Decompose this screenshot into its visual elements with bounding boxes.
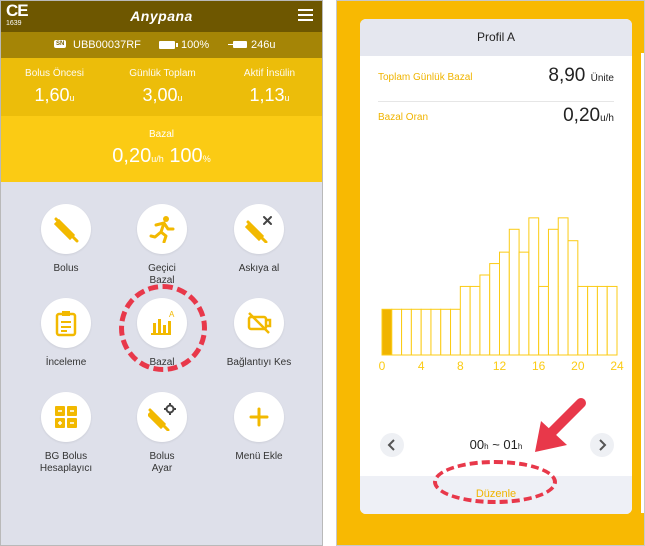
plus-icon	[234, 392, 284, 442]
x-tick-label: 16	[532, 359, 546, 373]
basal-bar[interactable]	[547, 228, 559, 356]
tile-label: Menü Ekle	[235, 451, 283, 462]
device-status-bar: SN UBB00037RF 100% 246u	[1, 32, 322, 58]
basal-bar[interactable]	[596, 285, 608, 356]
basal-bar[interactable]	[567, 240, 579, 356]
stat-value: 1,13u	[249, 85, 290, 105]
basal-profile-chart[interactable]: 0 4 8 12 16 20 24	[360, 179, 632, 379]
calculator-icon	[41, 392, 91, 442]
total-daily-basal-label: Toplam Günlük Bazal	[378, 72, 473, 83]
basal-rate-value: 0,20u/h	[563, 105, 614, 126]
tile-gecici-bazal[interactable]: Geçici Bazal	[114, 204, 210, 287]
basal-bar[interactable]	[538, 285, 549, 356]
stat-label: Günlük Toplam	[129, 68, 196, 79]
basal-bar[interactable]	[587, 285, 598, 356]
total-daily-basal-value: 8,90 Ünite	[548, 65, 614, 86]
stat-aktif-insulin: Aktif İnsülin 1,13u	[216, 68, 322, 106]
basal-bar[interactable]	[606, 285, 618, 356]
tile-menu-ekle[interactable]: Menü Ekle	[211, 392, 307, 463]
basal-bar[interactable]	[430, 308, 442, 356]
hamburger-menu-icon[interactable]	[298, 9, 313, 21]
tile-label: Bolus	[53, 263, 79, 274]
basal-rate-row: Bazal Oran 0,20u/h	[378, 99, 614, 137]
syringe-cancel-icon	[234, 204, 284, 254]
next-card-peek	[641, 53, 644, 513]
x-tick-label: 4	[418, 359, 425, 373]
tile-label: Bolus Ayar	[149, 451, 175, 474]
basal-bar[interactable]	[420, 308, 432, 356]
basal-bar-selected[interactable]	[381, 308, 393, 356]
x-tick-label: 0	[379, 359, 386, 373]
basal-bar[interactable]	[489, 263, 500, 356]
basal-bar[interactable]	[459, 285, 471, 356]
tile-label: Bağlantıyı Kes	[226, 357, 292, 368]
basal-summary: Bazal 0,20u/h 100%	[1, 116, 322, 182]
tile-bolus-ayar[interactable]: Bolus Ayar	[114, 392, 210, 475]
stat-value: 3,00u	[142, 85, 183, 105]
serial-number: UBB00037RF	[73, 39, 141, 51]
chevron-right-icon	[599, 439, 607, 451]
basal-bar[interactable]	[440, 308, 452, 356]
stat-label: Bolus Öncesi	[25, 68, 84, 79]
insulin-stats: Bolus Öncesi 1,60u Günlük Toplam 3,00u A…	[1, 58, 322, 116]
tile-inceleme[interactable]: İnceleme	[18, 298, 114, 369]
basal-rate-label: Bazal Oran	[378, 112, 429, 123]
tile-bolus[interactable]: Bolus	[18, 204, 114, 275]
running-person-icon	[137, 204, 187, 254]
basal-label: Bazal	[148, 129, 174, 140]
x-tick-label: 8	[457, 359, 464, 373]
basal-bar[interactable]	[410, 308, 422, 356]
reservoir-level: 246u	[251, 39, 276, 51]
tile-label: BG Bolus Hesaplayıcı	[39, 451, 93, 474]
x-tick-label: 12	[493, 359, 507, 373]
sn-badge: SN	[54, 40, 67, 48]
disconnect-icon	[234, 298, 284, 348]
tile-label: İnceleme	[45, 357, 87, 368]
chevron-left-icon	[387, 439, 395, 451]
basal-bar[interactable]	[391, 308, 403, 356]
basal-bar[interactable]	[499, 251, 510, 356]
profile-title: Profil A	[360, 19, 632, 56]
basal-bar[interactable]	[518, 251, 530, 356]
total-daily-basal-row: Toplam Günlük Bazal 8,90 Ünite	[378, 59, 614, 97]
basal-bar[interactable]	[479, 274, 491, 356]
tile-label: Askıya al	[238, 263, 280, 274]
app-top-bar: CE 1639 Anypana	[1, 1, 322, 32]
x-tick-label: 24	[610, 359, 624, 373]
edit-highlight-ellipse	[433, 460, 557, 504]
reservoir-icon	[228, 41, 247, 48]
previous-hour-button[interactable]	[380, 433, 404, 457]
stat-gunluk-toplam: Günlük Toplam 3,00u	[109, 68, 216, 106]
pointer-arrow-icon	[535, 398, 586, 452]
basal-bar[interactable]	[469, 285, 481, 356]
basal-bar[interactable]	[557, 217, 569, 356]
stat-value: 1,60u	[34, 85, 75, 105]
basal-bar[interactable]	[508, 228, 520, 356]
syringe-settings-icon	[137, 392, 187, 442]
basal-bar[interactable]	[528, 217, 540, 356]
x-tick-label: 20	[571, 359, 585, 373]
basal-bar[interactable]	[577, 285, 589, 356]
tile-baglantiyi-kes[interactable]: Bağlantıyı Kes	[211, 298, 307, 369]
clipboard-icon	[41, 298, 91, 348]
bazal-highlight-circle	[119, 284, 207, 372]
basal-bar[interactable]	[401, 308, 412, 356]
profile-card: Profil A Toplam Günlük Bazal 8,90 Ünite …	[360, 19, 632, 514]
battery-icon	[159, 41, 178, 49]
next-hour-button[interactable]	[590, 433, 614, 457]
stat-bolus-oncesi: Bolus Öncesi 1,60u	[1, 68, 108, 106]
tile-bg-bolus-hesaplayici[interactable]: BG Bolus Hesaplayıcı	[18, 392, 114, 475]
tile-askiya-al[interactable]: Askıya al	[211, 204, 307, 275]
app-brand: Anypana	[130, 8, 193, 24]
battery-level: 100%	[181, 39, 210, 51]
basal-bar[interactable]	[450, 308, 461, 356]
basal-value: 0,20u/h 100%	[112, 145, 211, 167]
pump-home-screen: CE 1639 Anypana SN UBB00037RF 100% 246u …	[0, 0, 323, 546]
syringe-icon	[41, 204, 91, 254]
stat-label: Aktif İnsülin	[243, 68, 296, 79]
basal-profile-screen: Profil A Toplam Günlük Bazal 8,90 Ünite …	[336, 0, 645, 546]
